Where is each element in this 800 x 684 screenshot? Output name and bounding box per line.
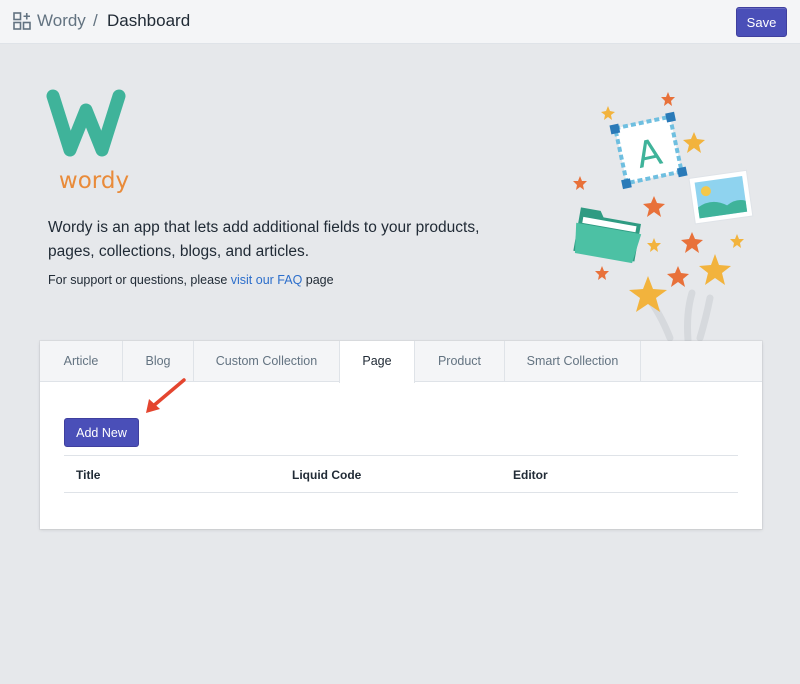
tab-product[interactable]: Product — [415, 341, 505, 382]
star-shape — [667, 266, 689, 287]
support-suffix: page — [302, 273, 334, 287]
star-shape — [629, 276, 667, 312]
text-frame-icon: A — [609, 111, 688, 190]
star-shape — [601, 106, 615, 120]
tab-article[interactable]: Article — [40, 341, 123, 382]
orange-stars — [573, 92, 703, 287]
add-new-button[interactable]: Add New — [64, 418, 139, 447]
apps-icon[interactable] — [13, 12, 31, 30]
star-shape — [730, 234, 744, 248]
top-bar: Wordy / Dashboard Save — [0, 0, 800, 44]
column-header-editor[interactable]: Editor — [513, 456, 548, 494]
faq-link[interactable]: visit our FAQ — [231, 273, 303, 287]
tab-blog[interactable]: Blog — [123, 341, 194, 382]
star-shape — [647, 238, 661, 252]
arrow-pointer-icon — [146, 378, 186, 413]
folder-icon — [573, 207, 642, 264]
content-card: Article Blog Custom Collection Page Prod… — [40, 341, 762, 529]
breadcrumb-app-link[interactable]: Wordy — [37, 11, 86, 31]
table-header: Title Liquid Code Editor — [64, 455, 738, 493]
trail-shape — [696, 294, 714, 342]
column-header-title[interactable]: Title — [76, 456, 100, 494]
intro-line-2: pages, collections, blogs, and articles. — [48, 243, 310, 260]
tab-bar: Article Blog Custom Collection Page Prod… — [40, 341, 762, 383]
hero-illustration: A — [573, 92, 754, 344]
star-shape — [661, 92, 675, 106]
image-icon — [688, 169, 754, 225]
intro-line-1: Wordy is an app that lets add additional… — [48, 219, 480, 236]
star-shape — [681, 232, 703, 253]
intro-text: Wordy is an app that lets add additional… — [48, 216, 508, 264]
tab-custom-collection[interactable]: Custom Collection — [194, 341, 340, 382]
breadcrumb-separator: / — [93, 11, 98, 30]
save-button[interactable]: Save — [736, 7, 787, 37]
support-prefix: For support or questions, please — [48, 273, 231, 287]
logo-wordmark: wordy — [59, 168, 129, 194]
star-shape — [643, 196, 665, 217]
star-shape — [595, 266, 609, 280]
support-text: For support or questions, please visit o… — [48, 273, 334, 287]
column-header-liquid-code[interactable]: Liquid Code — [292, 456, 361, 494]
tab-page[interactable]: Page — [339, 341, 415, 383]
wordy-logo: wordy — [46, 89, 129, 194]
star-shape — [683, 132, 705, 153]
page-title: Dashboard — [107, 11, 191, 30]
trail-shape — [684, 289, 696, 344]
star-shape — [573, 176, 587, 190]
star-shape — [699, 254, 731, 285]
tab-smart-collection[interactable]: Smart Collection — [505, 341, 641, 382]
